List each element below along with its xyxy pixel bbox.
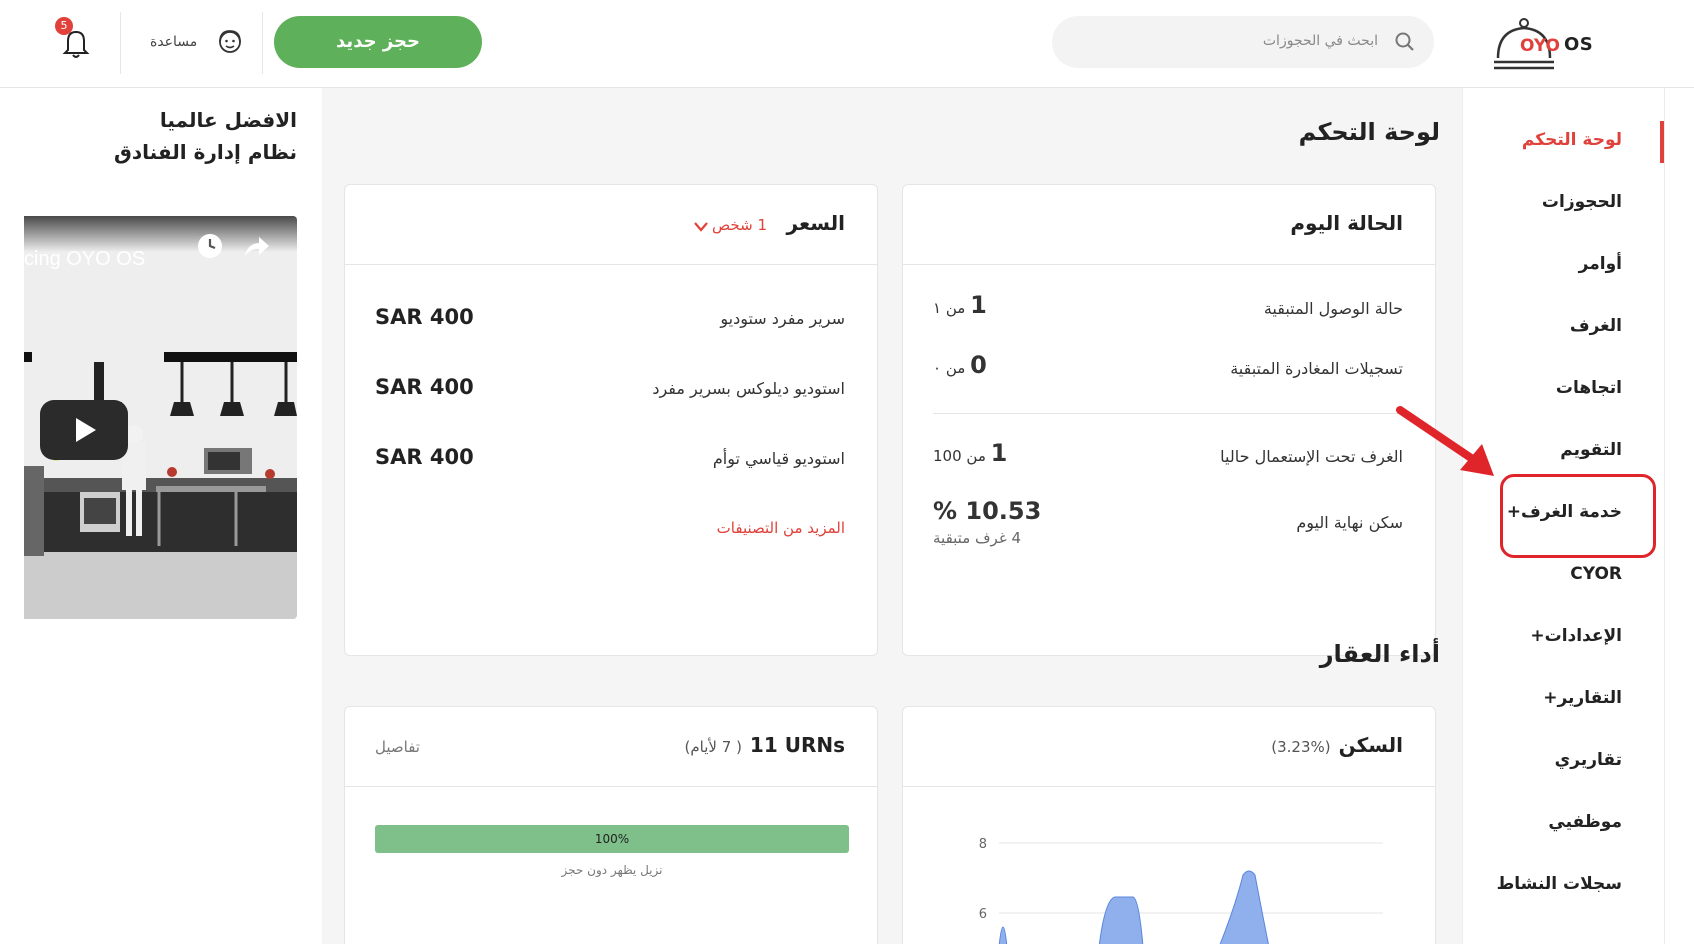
- room-service-highlight-box: [1500, 474, 1656, 558]
- support-agent-icon: [219, 30, 241, 53]
- progress-caption: نزيل يظهر دون حجز: [561, 863, 663, 877]
- promo-line-2: نظام إدارة الفنادق: [114, 140, 297, 164]
- play-icon: [76, 418, 96, 442]
- more-categories-link[interactable]: المزيد من التصنيفات: [717, 519, 845, 537]
- share-icon[interactable]: [242, 232, 272, 260]
- departures-total: من ٠: [933, 359, 966, 377]
- occupancy-card-title-wrap: السكن (3.23%): [1271, 733, 1403, 757]
- occupancy-card: السكن (3.23%) 8 6: [902, 706, 1436, 944]
- help-label: مساعدة: [150, 34, 198, 50]
- top-header: OYO OS ابحث في الحجوزات حجز جديد مساعدة …: [0, 0, 1694, 88]
- occupancy-area-chart: 8 6: [979, 837, 1383, 944]
- notification-count-badge: 5: [55, 17, 73, 35]
- header-divider: [262, 12, 263, 74]
- occupancy-title: السكن: [1338, 733, 1403, 757]
- sidebar-item-dashboard[interactable]: لوحة التحكم: [1522, 130, 1622, 150]
- rooms-in-use-label: الغرف تحت الإستعمال حاليا: [1220, 447, 1403, 466]
- arrivals-value: 1: [970, 291, 987, 319]
- video-title: cing OYO OS: [24, 248, 146, 270]
- arrivals-total: من ١: [933, 299, 966, 317]
- progress-label: 100%: [594, 832, 630, 846]
- occupancy-percent: % 10.53: [933, 497, 1042, 525]
- room-type-label: استوديو ديلوكس بسرير مفرد: [652, 379, 845, 398]
- room-type-label: سرير مفرد ستوديو: [720, 309, 845, 328]
- rooms-remaining-note: 4 غرف متبقية: [933, 529, 1021, 547]
- chevron-down-icon[interactable]: [693, 221, 709, 233]
- sidebar-item-calendar[interactable]: التقويم: [1560, 440, 1622, 460]
- urn-card: 11 URNs ( 7 لأيام) تفاصيل 100% نزيل يظهر…: [344, 706, 878, 944]
- video-play-button[interactable]: [40, 400, 128, 460]
- promo-title: الافضل عالميا نظام إدارة الفنادق: [7, 104, 297, 168]
- y-tick-label: 6: [979, 907, 987, 922]
- y-tick-label: 8: [979, 837, 987, 852]
- guest-count-label: 1 شخص: [712, 216, 767, 234]
- rooms-in-use-total: من 100: [933, 447, 986, 465]
- guest-count-selector[interactable]: 1 شخص: [712, 216, 767, 234]
- rooms-in-use-value: 1 من 100: [933, 439, 1007, 467]
- walk-in-progress-bar: 100%: [375, 825, 849, 853]
- departures-remaining-label: تسجيلات المغادرة المتبقية: [1230, 359, 1403, 378]
- sidebar-item-my-reports[interactable]: تقاريري: [1555, 750, 1622, 770]
- status-card-title: الحالة اليوم: [1290, 211, 1403, 235]
- arrivals-remaining-value: 1 من ١: [933, 291, 987, 319]
- property-performance-title: أداء العقار: [1319, 640, 1440, 668]
- end-of-day-occupancy-value: % 10.53: [933, 497, 1041, 525]
- details-link[interactable]: تفاصيل: [375, 738, 420, 756]
- dashboard-title: لوحة التحكم: [1298, 118, 1440, 146]
- price-card: السعر 1 شخص سرير مفرد ستوديو SAR 400 است…: [344, 184, 878, 656]
- departures-remaining-value: 0 من ٠: [933, 351, 987, 379]
- occupancy-card-header: السكن (3.23%): [903, 707, 1435, 787]
- promo-line-1: الافضل عالميا: [159, 108, 297, 132]
- area-peak: [1219, 870, 1269, 944]
- urn-period: ( 7 لأيام): [684, 738, 742, 756]
- area-peak: [1098, 896, 1144, 944]
- search-bar[interactable]: ابحث في الحجوزات: [1052, 16, 1434, 68]
- price-card-header: السعر 1 شخص: [345, 185, 877, 265]
- end-of-day-occupancy-label: سكن نهاية اليوم: [1296, 513, 1403, 532]
- new-booking-button[interactable]: حجز جديد: [274, 16, 482, 68]
- rooms-in-use-count: 1: [990, 439, 1008, 467]
- room-type-price: SAR 400: [375, 445, 474, 469]
- watch-later-icon[interactable]: [196, 232, 224, 260]
- sidebar-item-rooms[interactable]: الغرف: [1570, 316, 1622, 336]
- sidebar-item-orders[interactable]: أوامر: [1579, 254, 1622, 274]
- sidebar-item-reports[interactable]: التقارير+: [1543, 688, 1622, 708]
- logo-os-text: OS: [1564, 34, 1594, 55]
- room-type-price: SAR 400: [375, 375, 474, 399]
- urn-card-header: 11 URNs ( 7 لأيام) تفاصيل: [345, 707, 877, 787]
- sidebar-item-trends[interactable]: اتجاهات: [1556, 378, 1622, 398]
- price-card-title: السعر: [786, 211, 845, 235]
- sidebar-item-cyor[interactable]: CYOR: [1570, 564, 1622, 584]
- urn-title: 11 URNs: [749, 733, 845, 757]
- room-type-label: استوديو قياسي توأم: [712, 449, 845, 468]
- occupancy-pct: (3.23%): [1271, 738, 1331, 756]
- sidebar-item-settings[interactable]: الإعدادات+: [1530, 626, 1622, 646]
- room-type-price: SAR 400: [375, 305, 474, 329]
- sidebar-edge: [1664, 88, 1665, 944]
- status-card-header: الحالة اليوم: [903, 185, 1435, 265]
- header-divider: [120, 12, 121, 74]
- main-content: لوحة التحكم الحالة اليوم حالة الوصول الم…: [322, 88, 1462, 944]
- departures-value: 0: [970, 351, 987, 379]
- urn-card-title-wrap: 11 URNs ( 7 لأيام): [685, 733, 845, 757]
- help-button[interactable]: مساعدة: [148, 26, 246, 60]
- status-divider: [933, 413, 1407, 414]
- sidebar-item-my-staff[interactable]: موظفيي: [1548, 812, 1622, 832]
- arrivals-remaining-label: حالة الوصول المتبقية: [1263, 299, 1403, 318]
- red-pointer-arrow-icon: [1396, 406, 1494, 476]
- oyo-os-logo[interactable]: OYO OS: [1490, 14, 1600, 74]
- sidebar-item-activity-logs[interactable]: سجلات النشاط: [1497, 874, 1622, 894]
- sidebar-item-bookings[interactable]: الحجوزات: [1542, 192, 1622, 212]
- area-peak: [998, 926, 1008, 944]
- search-icon: [1395, 32, 1414, 51]
- logo-oyo-text: OYO: [1520, 36, 1561, 56]
- search-input[interactable]: ابحث في الحجوزات: [1263, 33, 1378, 49]
- status-card: الحالة اليوم حالة الوصول المتبقية 1 من ١…: [902, 184, 1436, 656]
